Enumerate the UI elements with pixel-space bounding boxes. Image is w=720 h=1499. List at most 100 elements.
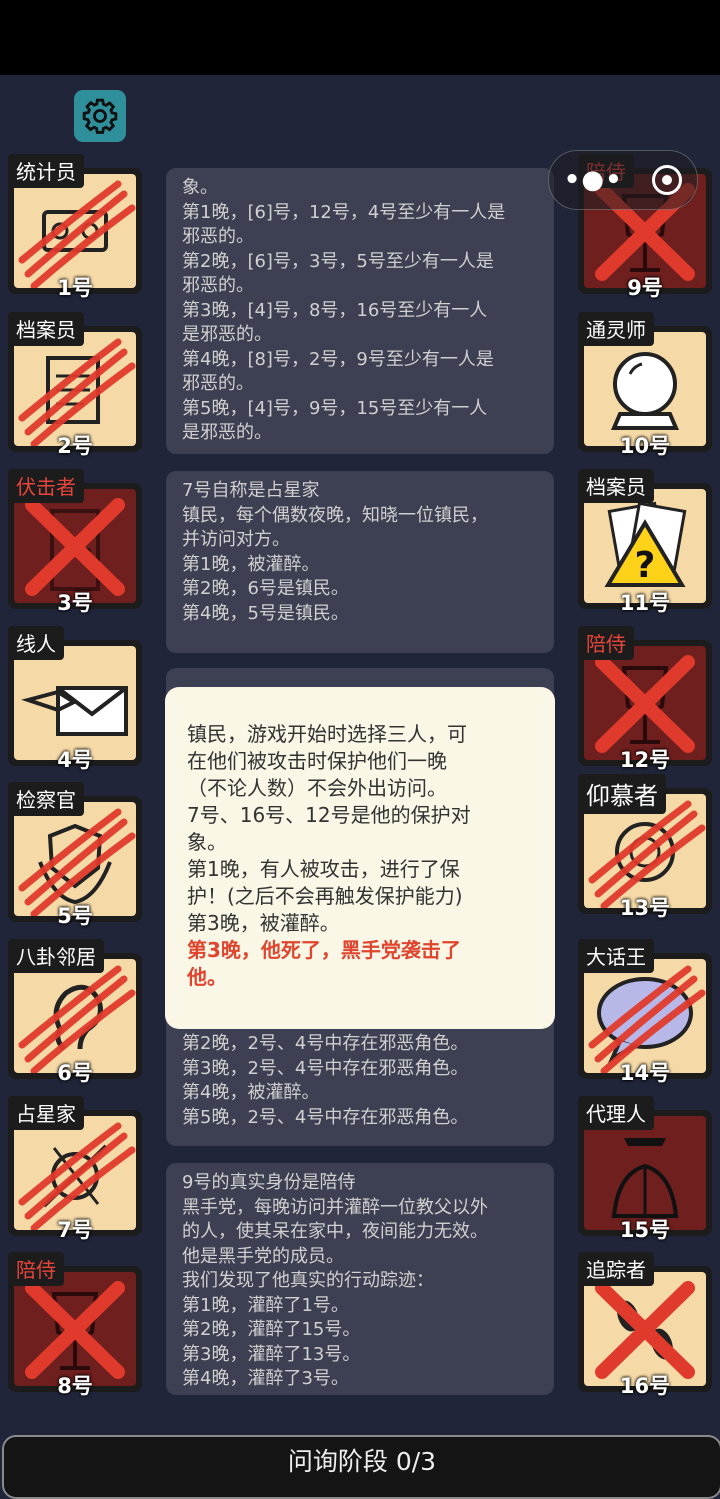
message-line: 邪恶的。 (182, 226, 254, 247)
wine-glass-icon (595, 655, 695, 753)
popup-line: 在他们被攻击时保护他们一晚 (187, 749, 447, 773)
player-card-12号[interactable]: 陪侍 12号 (578, 626, 712, 772)
player-card-14号[interactable]: 大话王 14号 (578, 939, 712, 1085)
role-portrait (584, 1116, 706, 1230)
door-icon (25, 498, 125, 596)
role-info-popup[interactable]: 镇民，游戏开始时选择三人，可 在他们被攻击时保护他们一晚 （不论人数）不会外出访问。… (165, 687, 555, 1029)
player-card-3号[interactable]: 伏击者 3号 (8, 469, 142, 615)
popup-death-note: 第3晚，他死了，黑手党袭击了 他。 (187, 937, 535, 991)
popup-body: 镇民，游戏开始时选择三人，可 在他们被攻击时保护他们一晚 （不论人数）不会外出访问。… (187, 721, 535, 937)
player-card-10号[interactable]: 通灵师 10号 (578, 312, 712, 458)
message-line: 第2晚，2号、4号中存在邪恶角色。 (182, 1033, 469, 1054)
astrolabe-icon (18, 1122, 136, 1230)
role-label: 追踪者 (578, 1252, 654, 1286)
target-circle-icon[interactable] (652, 165, 683, 195)
seat-number: 10号 (619, 434, 671, 458)
player-card-16号[interactable]: 追踪者 16号 (578, 1252, 712, 1398)
message-line: 是邪恶的。 (182, 422, 272, 443)
message-line: 第2晚，[6]号，3号，5号至少有一人是 (182, 250, 494, 272)
status-bar (0, 0, 720, 75)
message-line: 第4晚，[8]号，2号，9号至少有一人是 (182, 348, 494, 370)
role-portrait (584, 332, 706, 446)
player-card-15号[interactable]: 代理人 15号 (578, 1096, 712, 1242)
role-portrait (584, 1272, 706, 1386)
message-line: 我们发现了他真实的行动踪迹： (182, 1270, 434, 1291)
role-label: 伏击者 (8, 469, 84, 503)
gear-icon (82, 98, 118, 134)
message-line: 第1晚，灌醉了1号。 (182, 1294, 349, 1316)
seat-number: 8号 (57, 1374, 93, 1398)
seat-number: 9号 (627, 276, 663, 300)
role-label: 统计员 (8, 154, 84, 188)
laurel-shield-icon (18, 808, 136, 916)
role-portrait (14, 174, 136, 288)
message-line: 9号的真实身份是陪侍 (182, 1172, 356, 1193)
message-line: 第4晚，被灌醉。 (182, 1082, 320, 1103)
role-label: 检察官 (8, 782, 84, 816)
player-card-2号[interactable]: 档案员 2号 (8, 312, 142, 458)
role-label: 大话王 (578, 939, 654, 973)
seat-number: 7号 (57, 1218, 93, 1242)
role-label: 档案员 (578, 469, 654, 503)
role-portrait (14, 1116, 136, 1230)
role-label: 代理人 (578, 1096, 654, 1130)
phase-label: 问询阶段 0/3 (287, 1447, 437, 1476)
popup-line: （不论人数）不会外出访问。 (187, 776, 447, 800)
player-card-1号[interactable]: 统计员 1号 (8, 154, 142, 300)
seat-number: 2号 (57, 434, 93, 458)
message-card: 象。 第1晚，[6]号，12号，4号至少有一人是 邪恶的。 第2晚，[6]号，3号，5… (166, 168, 554, 454)
seat-number: 11号 (619, 591, 671, 615)
message-line: 第5晚，2号、4号中存在邪恶角色。 (182, 1106, 469, 1128)
files-icon (18, 338, 136, 446)
popup-highlight-line: 第3晚，他死了，黑手党袭击了 (187, 938, 461, 962)
envelope-hand-icon (21, 686, 128, 736)
role-portrait (584, 646, 706, 760)
message-line: 第4晚，5号是镇民。 (182, 602, 349, 624)
ear-icon (18, 965, 136, 1073)
role-portrait (14, 802, 136, 916)
message-line: 邪恶的。 (182, 373, 254, 394)
footprints-icon (595, 1281, 695, 1379)
message-line: 7号自称是占星家 (182, 480, 320, 501)
role-label: 占星家 (8, 1096, 84, 1130)
settings-button[interactable] (74, 90, 126, 142)
popup-highlight-line: 他。 (187, 965, 227, 989)
role-label: 通灵师 (578, 312, 654, 346)
player-card-5号[interactable]: 检察官 5号 (8, 782, 142, 928)
seat-number: 13号 (619, 896, 671, 920)
role-label: 陪侍 (578, 626, 634, 660)
seat-number: 16号 (619, 1374, 671, 1398)
message-line: 第3晚，灌醉了13号。 (182, 1343, 361, 1365)
crystal-ball-icon (610, 352, 680, 430)
tally-sheet-icon (18, 180, 136, 288)
player-card-4号[interactable]: 线人 4号 (8, 626, 142, 772)
player-card-7号[interactable]: 占星家 7号 (8, 1096, 142, 1242)
seat-number: 12号 (619, 748, 671, 772)
warning-question-icon: ? (604, 501, 687, 587)
message-line: 象。 (182, 177, 218, 198)
message-line: 并访问对方。 (182, 529, 290, 550)
player-card-6号[interactable]: 八卦邻居 6号 (8, 939, 142, 1085)
role-label: 档案员 (8, 312, 84, 346)
popup-line: 第3晚，被灌醉。 (187, 911, 340, 935)
message-line: 第2晚，6号是镇民。 (182, 578, 349, 599)
role-portrait (14, 959, 136, 1073)
player-card-13号[interactable]: 仰慕者 13号 (578, 774, 712, 920)
message-line: 是邪恶的。 (182, 324, 272, 345)
popup-line: 7号、16号、12号是他的保护对 (187, 803, 471, 827)
seat-number: 5号 (57, 904, 93, 928)
popup-line: 第1晚，有人被攻击，进行了保 (187, 857, 460, 881)
player-card-11号[interactable]: ? 档案员 11号 (578, 469, 712, 615)
phase-bar: 问询阶段 0/3 (2, 1435, 720, 1499)
seat-number: 15号 (619, 1218, 671, 1242)
message-line: 邪恶的。 (182, 275, 254, 296)
seat-number: 3号 (57, 591, 93, 615)
message-line: 镇民，每个偶数夜晚，知晓一位镇民， (182, 504, 488, 526)
role-label: 仰慕者 (578, 774, 666, 814)
more-dots-icon[interactable]: •●• (564, 165, 623, 195)
player-card-8号[interactable]: 陪侍 8号 (8, 1252, 142, 1398)
message-line: 他是黑手党的成员。 (182, 1245, 344, 1267)
message-line: 第1晚，[6]号，12号，4号至少有一人是 (182, 201, 506, 223)
seat-number: 1号 (57, 276, 93, 300)
popup-line: 象。 (187, 830, 227, 854)
